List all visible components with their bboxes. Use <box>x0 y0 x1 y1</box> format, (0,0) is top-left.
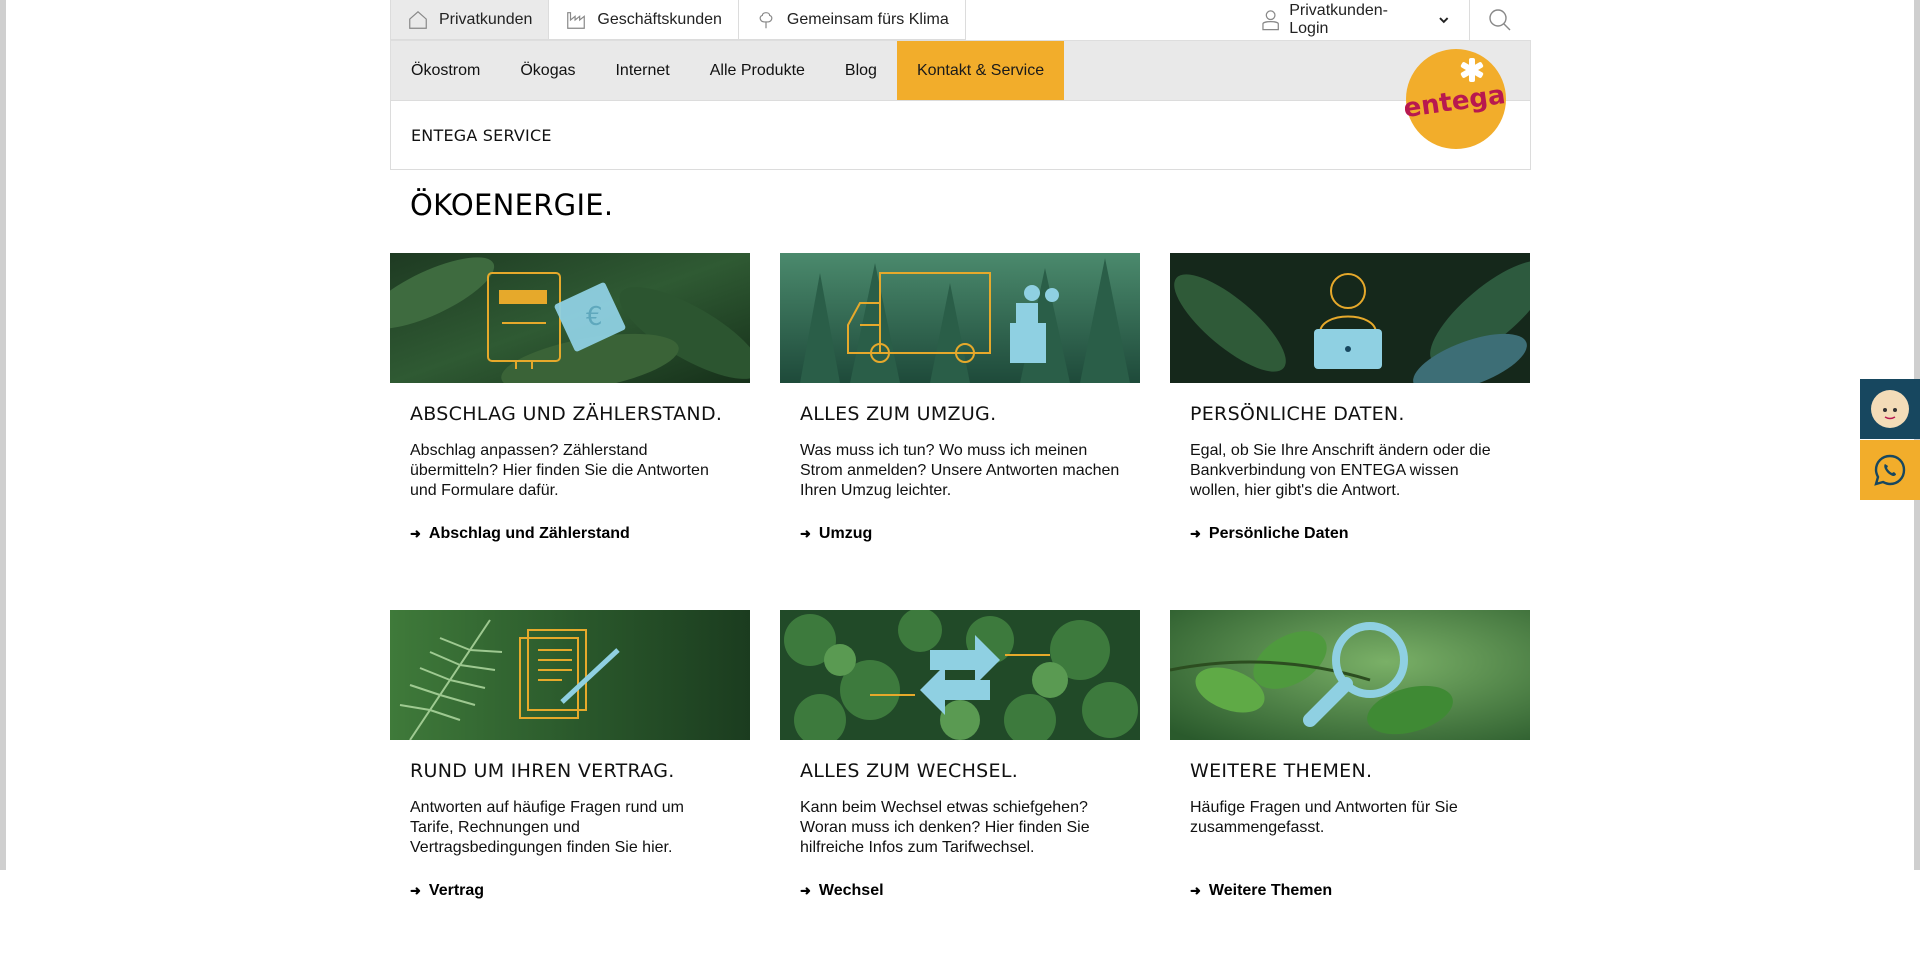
nav-item-blog[interactable]: Blog <box>825 41 897 100</box>
segment-privatkunden[interactable]: Privatkunden <box>390 0 550 40</box>
factory-icon <box>567 11 586 29</box>
whatsapp-button[interactable] <box>1860 440 1920 500</box>
card-image: € <box>390 253 750 383</box>
nav-item-internet[interactable]: Internet <box>595 41 689 100</box>
card-persoenliche-daten: PERSÖNLICHE DATEN. Egal, ob Sie Ihre Ans… <box>1170 253 1530 543</box>
segment-geschaeftskunden[interactable]: Geschäftskunden <box>549 0 739 40</box>
main-nav: Ökostrom Ökogas Internet Alle Produkte B… <box>390 40 1531 100</box>
card-link-label: Weitere Themen <box>1208 882 1333 899</box>
svg-text:€: € <box>586 302 603 332</box>
card-title: ABSCHLAG UND ZÄHLERSTAND. <box>410 403 723 425</box>
card-title: WEITERE THEMEN. <box>1190 760 1373 782</box>
card-link-label: Vertrag <box>428 882 485 899</box>
card-link-umzug[interactable]: ➜ Umzug <box>800 525 1140 543</box>
login-label: Privatkunden-Login <box>1289 2 1388 37</box>
nav-item-oekogas[interactable]: Ökogas <box>500 41 595 100</box>
card-umzug: ALLES ZUM UMZUG. Was muss ich tun? Wo mu… <box>780 253 1140 543</box>
card-title: ALLES ZUM UMZUG. <box>800 403 997 425</box>
arrow-right-icon: ➜ <box>800 883 811 898</box>
card-link-label: Umzug <box>818 525 873 542</box>
login-dropdown[interactable]: Privatkunden-Login <box>1262 0 1470 40</box>
card-image <box>1170 610 1530 740</box>
card-text: Kann beim Wechsel etwas schiefgehen? Wor… <box>800 799 1090 856</box>
card-link-persoenliche-daten[interactable]: ➜ Persönliche Daten <box>1190 525 1530 543</box>
chevron-down-icon <box>1439 17 1449 24</box>
search-icon <box>1489 9 1511 31</box>
agent-avatar-icon <box>1871 390 1909 428</box>
arrow-right-icon: ➜ <box>1190 526 1201 541</box>
card-text: Antworten auf häufige Fragen rund um Tar… <box>410 799 684 856</box>
segment-tabs: Privatkunden Geschäftskunden Gemeinsam f… <box>390 0 966 40</box>
card-image <box>1170 253 1530 383</box>
card-abschlag: € ABSCHLAG UND ZÄHLERSTAND. Abschlag anp… <box>390 253 750 543</box>
card-text: Was muss ich tun? Wo muss ich meinen Str… <box>800 442 1120 499</box>
nav-item-alle-produkte[interactable]: Alle Produkte <box>690 41 825 100</box>
chat-agent-button[interactable] <box>1860 379 1920 439</box>
home-icon <box>409 10 427 29</box>
entega-logo[interactable]: entega <box>1405 48 1507 150</box>
left-scroll-edge <box>0 0 6 870</box>
nav-item-kontakt-service[interactable]: Kontakt & Service <box>896 41 1065 100</box>
whatsapp-icon <box>1874 454 1906 486</box>
card-link-vertrag[interactable]: ➜ Vertrag <box>410 882 750 900</box>
card-title: RUND UM IHREN VERTRAG. <box>410 760 675 782</box>
card-image <box>780 610 1140 740</box>
card-link-weitere-themen[interactable]: ➜ Weitere Themen <box>1190 882 1530 900</box>
user-icon <box>1262 10 1279 31</box>
subnav-item-entega-service[interactable]: ENTEGA SERVICE <box>411 126 552 145</box>
arrow-right-icon: ➜ <box>410 883 421 898</box>
card-vertrag: RUND UM IHREN VERTRAG. Antworten auf häu… <box>390 610 750 900</box>
card-text: Egal, ob Sie Ihre Anschrift ändern oder … <box>1190 442 1491 499</box>
page-title: ÖKOENERGIE. <box>410 188 614 222</box>
card-image <box>390 610 750 740</box>
card-image <box>780 253 1140 383</box>
card-link-label: Abschlag und Zählerstand <box>428 525 630 542</box>
nav-item-oekostrom[interactable]: Ökostrom <box>391 41 500 100</box>
card-title: PERSÖNLICHE DATEN. <box>1190 403 1405 425</box>
arrow-right-icon: ➜ <box>800 526 811 541</box>
page-container: Privatkunden Geschäftskunden Gemeinsam f… <box>390 0 1531 899</box>
arrow-right-icon: ➜ <box>410 526 421 541</box>
search-button[interactable] <box>1480 0 1520 40</box>
arrow-right-icon: ➜ <box>1190 883 1201 898</box>
card-link-wechsel[interactable]: ➜ Wechsel <box>800 882 1140 900</box>
card-text: Abschlag anpassen? Zählerstand übermitte… <box>410 442 709 499</box>
card-link-abschlag[interactable]: ➜ Abschlag und Zählerstand <box>410 525 750 543</box>
card-link-label: Wechsel <box>818 882 884 899</box>
segment-label: Privatkunden <box>439 10 533 28</box>
segment-klima[interactable]: Gemeinsam fürs Klima <box>738 0 966 40</box>
card-weitere-themen: WEITERE THEMEN. Häufige Fragen und Antwo… <box>1170 610 1530 900</box>
segment-bar: Privatkunden Geschäftskunden Gemeinsam f… <box>390 0 1531 40</box>
segment-label: Gemeinsam fürs Klima <box>786 10 949 28</box>
card-link-label: Persönliche Daten <box>1208 525 1349 542</box>
card-title: ALLES ZUM WECHSEL. <box>800 760 1019 782</box>
tree-icon <box>759 11 773 28</box>
card-wechsel: ALLES ZUM WECHSEL. Kann beim Wechsel etw… <box>780 610 1140 900</box>
card-text: Häufige Fragen und Antworten für Sie zus… <box>1190 799 1458 836</box>
subnav: ENTEGA SERVICE <box>390 100 1531 170</box>
segment-label: Geschäftskunden <box>597 10 722 28</box>
